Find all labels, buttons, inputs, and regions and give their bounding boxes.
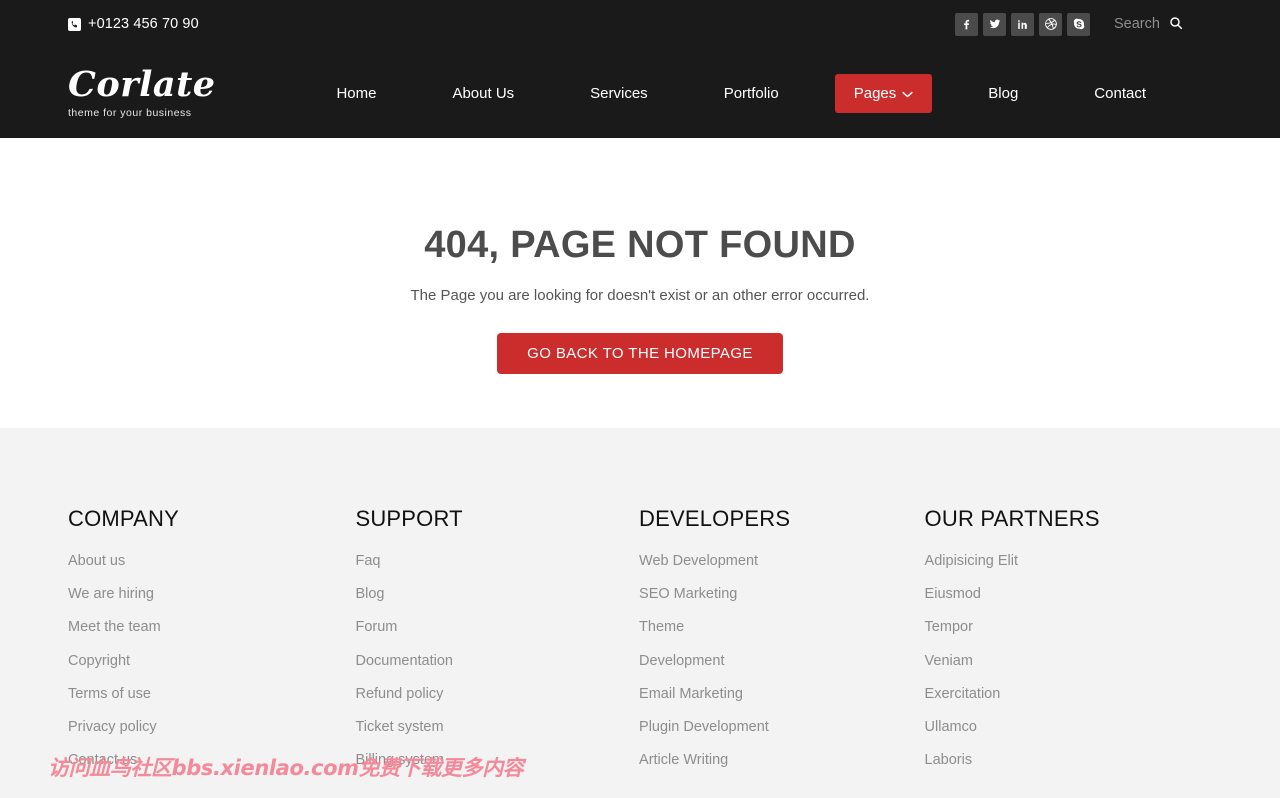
nav-item-blog[interactable]: Blog [988,75,1018,112]
top-bar: +0123 456 70 90 [0,0,1280,48]
error-section: 404, PAGE NOT FOUND The Page you are loo… [0,138,1280,428]
site-logo[interactable]: Corlate theme for your business [68,67,216,119]
footer-column-title: SUPPORT [355,506,463,531]
logo-wordmark: Corlate [68,64,216,105]
footer-link[interactable]: Documentation [355,653,639,669]
footer-link[interactable]: Billing system [355,752,639,768]
facebook-icon[interactable] [955,12,978,36]
footer-link[interactable]: Article Writing [639,752,925,768]
nav-item-contact[interactable]: Contact [1094,75,1146,112]
footer-link[interactable]: Refund policy [355,686,639,702]
footer-column-company: COMPANY About us We are hiring Meet the … [68,506,355,798]
nav-item-home[interactable]: Home [336,75,376,112]
phone-icon [68,17,81,31]
search-box[interactable] [1114,15,1184,34]
footer-link[interactable]: Blog [355,586,639,602]
skype-icon[interactable] [1067,12,1090,36]
footer-link[interactable]: Tempor [925,619,1212,635]
chevron-down-icon [902,85,913,102]
footer-link[interactable]: Meet the team [68,619,355,635]
footer-link[interactable]: Ullamco [925,719,1212,735]
phone-contact: +0123 456 70 90 [68,16,199,32]
top-bar-right [955,12,1184,36]
footer-column-title: DEVELOPERS [639,506,791,531]
footer-link[interactable]: Adipisicing Elit [925,553,1212,569]
footer-link[interactable]: Copyright [68,653,355,669]
footer-link[interactable]: Terms of use [68,686,355,702]
footer-link[interactable]: Eiusmod [925,586,1212,602]
search-input[interactable] [1114,16,1162,32]
nav-item-about-us[interactable]: About Us [452,75,514,112]
footer-link[interactable]: SEO Marketing [639,586,925,602]
error-subtitle: The Page you are looking for doesn't exi… [410,287,870,304]
footer-link[interactable]: Email Marketing [639,686,925,702]
social-links [955,12,1090,36]
search-icon [1168,15,1184,34]
footer-link[interactable]: Forum [355,619,639,635]
phone-number: +0123 456 70 90 [88,16,199,32]
go-home-button[interactable]: GO BACK TO THE HOMEPAGE [497,333,783,374]
nav-item-pages-label: Pages [853,84,897,102]
footer-link[interactable]: Web Development [639,553,925,569]
footer-column-title: COMPANY [68,506,180,531]
site-footer: COMPANY About us We are hiring Meet the … [0,428,1280,798]
footer-link[interactable]: Faq [355,553,639,569]
twitter-icon[interactable] [983,12,1006,36]
logo-tagline: theme for your business [68,107,192,119]
footer-link[interactable]: Veniam [925,653,1212,669]
footer-link[interactable]: We are hiring [68,586,355,602]
nav-item-portfolio[interactable]: Portfolio [724,75,779,112]
footer-link[interactable]: About us [68,553,355,569]
footer-link[interactable]: Theme [639,619,925,635]
footer-column-our-partners: OUR PARTNERS Adipisicing Elit Eiusmod Te… [925,506,1212,798]
dribbble-icon[interactable] [1039,12,1062,36]
footer-link[interactable]: Plugin Development [639,719,925,735]
footer-link[interactable]: Privacy policy [68,719,355,735]
footer-link[interactable]: Ticket system [355,719,639,735]
footer-link[interactable]: Contact us [68,752,355,768]
footer-link[interactable]: Laboris [925,752,1212,768]
main-header: Corlate theme for your business Home Abo… [0,48,1280,138]
footer-link[interactable]: Exercitation [925,686,1212,702]
search-button[interactable] [1168,15,1184,34]
nav-item-services[interactable]: Services [590,75,648,112]
linkedin-icon[interactable] [1011,12,1034,36]
footer-column-developers: DEVELOPERS Web Development SEO Marketing… [639,506,925,798]
footer-column-title: OUR PARTNERS [924,506,1100,531]
footer-column-support: SUPPORT Faq Blog Forum Documentation Ref… [355,506,639,798]
page-title: 404, PAGE NOT FOUND [424,224,856,266]
footer-link[interactable]: Development [639,653,925,669]
nav-item-pages[interactable]: Pages [834,73,933,113]
main-navigation: Home About Us Services Portfolio Pages B… [298,73,1184,113]
